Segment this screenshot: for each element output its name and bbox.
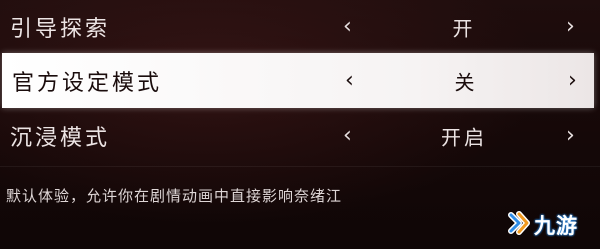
divider (0, 166, 600, 167)
setting-row-immersive-mode[interactable]: 沉浸模式 ‹ 开启 › (0, 113, 600, 159)
watermark: 九游 (504, 207, 594, 239)
setting-value: 关 (454, 70, 478, 94)
arrow-left-icon[interactable]: ‹ (343, 125, 352, 147)
setting-row-guide-explore[interactable]: 引导探索 ‹ 开 › (0, 4, 600, 50)
arrow-left-icon[interactable]: ‹ (343, 16, 352, 38)
setting-row-official-mode[interactable]: 官方设定模式 ‹ 关 › (2, 53, 594, 108)
arrow-right-icon[interactable]: › (566, 125, 575, 147)
arrow-right-icon[interactable]: › (566, 16, 575, 38)
setting-label: 引导探索 (10, 17, 111, 42)
setting-value: 开 (452, 16, 476, 41)
setting-label: 沉浸模式 (10, 126, 111, 151)
arrow-right-icon[interactable]: › (568, 69, 577, 92)
jiuyou-logo-icon (508, 211, 530, 235)
setting-description: 默认体验，允许你在剧情动画中直接影响奈绪江 (6, 187, 343, 205)
settings-screen: 引导探索 ‹ 开 › 官方设定模式 ‹ 关 › 沉浸模式 ‹ 开启 › 默认体验… (0, 0, 600, 249)
setting-value: 开启 (441, 125, 487, 150)
watermark-text: 九游 (534, 214, 578, 238)
arrow-left-icon[interactable]: ‹ (345, 69, 354, 92)
setting-label: 官方设定模式 (12, 70, 163, 96)
